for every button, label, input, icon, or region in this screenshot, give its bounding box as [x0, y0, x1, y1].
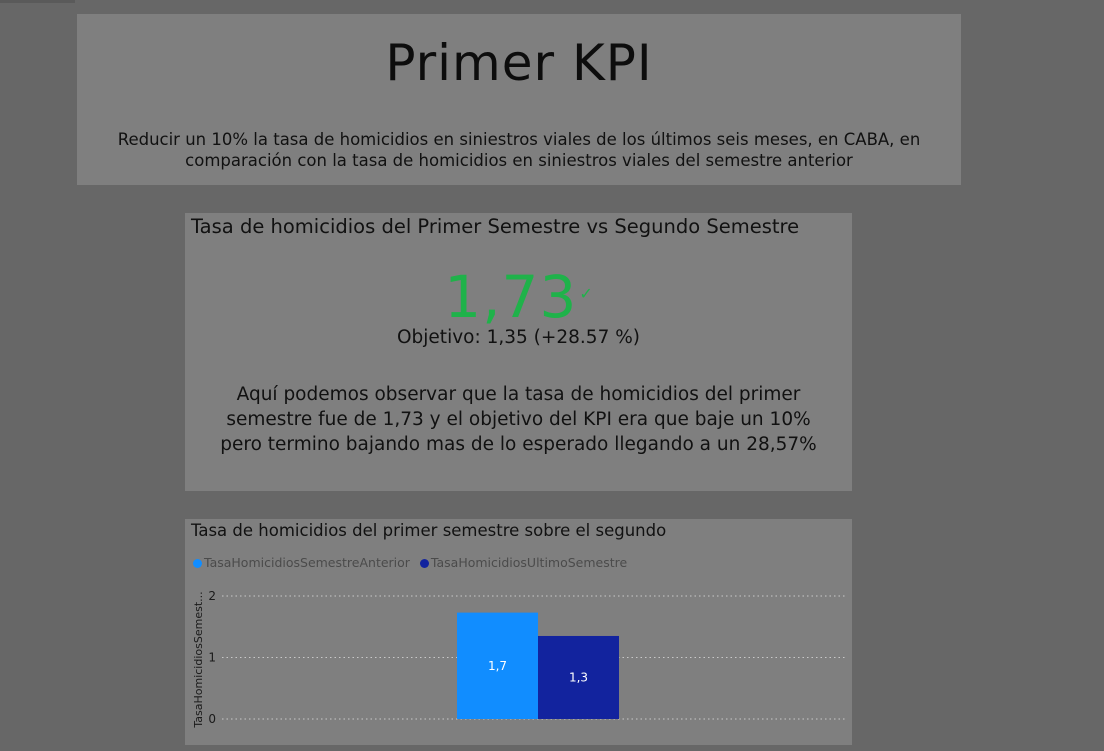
chart-card[interactable]: Tasa de homicidios del primer semestre s…	[185, 519, 852, 745]
data-label: 1,7	[488, 659, 507, 673]
kpi-card-title: Tasa de homicidios del Primer Semestre v…	[191, 215, 800, 238]
kpi-goal: Objetivo: 1,35 (+28.57 %)	[396, 327, 641, 348]
kpi-value-row: 1,73 ✓	[185, 265, 852, 329]
y-axis-title: TasaHomicidiosSemest...	[192, 591, 205, 728]
checkmark-icon: ✓	[579, 284, 593, 303]
window-edge	[0, 0, 75, 3]
kpi-card[interactable]: Tasa de homicidios del Primer Semestre v…	[185, 213, 852, 491]
kpi-description: Reducir un 10% la tasa de homicidios en …	[117, 130, 921, 170]
y-tick-label: 2	[208, 589, 216, 603]
y-tick-label: 1	[208, 651, 216, 665]
page-title: Primer KPI	[385, 34, 653, 92]
kpi-value: 1,73	[444, 263, 578, 331]
bar-chart: TasaHomicidiosSemest... 0 1 2 1,7 1,3	[192, 589, 846, 729]
kpi-note: Aquí podemos observar que la tasa de hom…	[220, 384, 817, 455]
title-card: Primer KPI Reducir un 10% la tasa de hom…	[77, 14, 961, 185]
y-tick-label: 0	[208, 712, 216, 726]
data-label: 1,3	[569, 670, 588, 684]
